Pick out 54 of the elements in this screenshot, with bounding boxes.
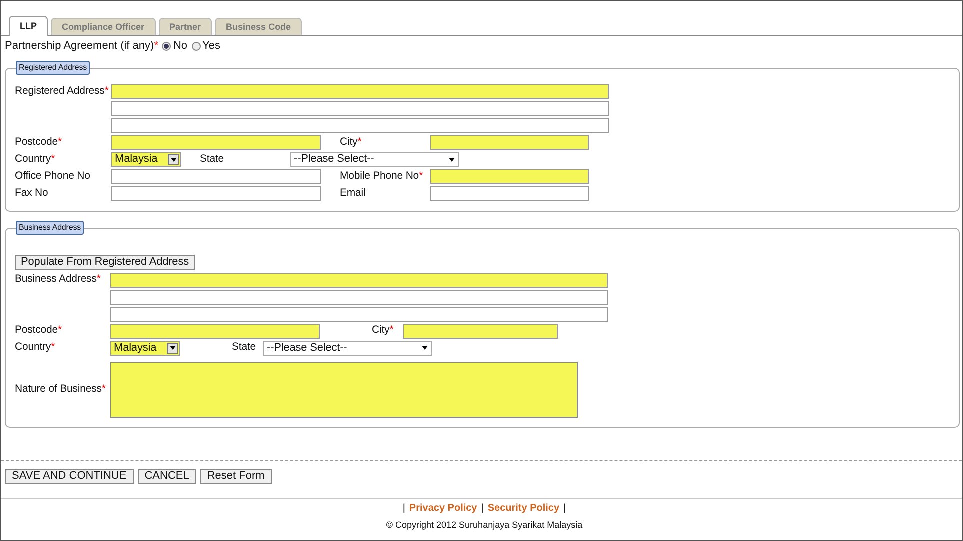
text-field[interactable] xyxy=(111,135,321,150)
field-label: State xyxy=(200,152,224,165)
populate-button[interactable]: Populate From Registered Address xyxy=(15,255,195,270)
field-label: State xyxy=(232,341,256,354)
field-label: Country* xyxy=(15,152,56,165)
state-dropdown[interactable]: --Please Select-- xyxy=(263,340,432,356)
field-label: Postcode* xyxy=(15,136,62,148)
text-field[interactable] xyxy=(111,186,321,201)
radio-label: No xyxy=(173,38,188,54)
state-dropdown[interactable]: --Please Select-- xyxy=(290,152,459,167)
form-button[interactable]: CANCEL xyxy=(138,469,196,484)
field-label: City* xyxy=(372,324,394,336)
field-label: Registered Address* xyxy=(15,84,109,97)
separator: | xyxy=(564,502,566,516)
field-label: City* xyxy=(340,136,362,148)
separator: | xyxy=(481,502,484,516)
field-label: Email xyxy=(340,186,366,199)
field-label: Business Address* xyxy=(15,273,101,286)
field-label: Country* xyxy=(15,341,56,354)
country-dropdown[interactable]: Malaysia xyxy=(110,340,180,356)
address-field[interactable] xyxy=(111,101,609,116)
address-field[interactable] xyxy=(111,118,609,133)
radio-button[interactable] xyxy=(192,42,201,50)
field-label: Office Phone No xyxy=(15,170,90,182)
address-field[interactable] xyxy=(110,290,608,305)
field-label: Fax No xyxy=(15,186,48,199)
text-field[interactable] xyxy=(403,324,558,339)
form-button[interactable]: Reset Form xyxy=(200,469,272,484)
tab[interactable]: LLP xyxy=(9,16,48,36)
text-field[interactable] xyxy=(110,324,320,339)
text-field[interactable] xyxy=(430,186,589,201)
text-field[interactable] xyxy=(430,169,589,184)
radio-button[interactable] xyxy=(162,42,172,50)
footer-link[interactable]: Privacy Policy xyxy=(409,501,478,516)
caret-icon xyxy=(422,346,428,350)
section-legend: Registered Address xyxy=(16,61,90,75)
text-field[interactable] xyxy=(111,169,321,184)
nature-of-business-field[interactable] xyxy=(110,362,578,418)
field-label: Postcode* xyxy=(15,324,62,336)
field-label: Partnership Agreement (if any)* xyxy=(5,38,158,54)
radio-label: Yes xyxy=(202,38,220,54)
field-label: Mobile Phone No* xyxy=(340,170,424,182)
country-dropdown[interactable]: Malaysia xyxy=(111,152,181,167)
footer-link[interactable]: Security Policy xyxy=(488,501,560,516)
address-field[interactable] xyxy=(111,84,609,99)
separator: | xyxy=(402,502,406,516)
address-field[interactable] xyxy=(110,306,608,322)
caret-icon xyxy=(449,158,455,162)
form-button[interactable]: SAVE AND CONTINUE xyxy=(5,469,134,484)
address-field[interactable] xyxy=(110,272,608,288)
section-legend: Business Address xyxy=(16,221,84,235)
text-field[interactable] xyxy=(430,135,589,150)
copyright-text: © Copyright 2012 Suruhanjaya Syarikat Malaysia xyxy=(385,519,584,532)
field-label: Nature of Business* xyxy=(15,382,106,395)
